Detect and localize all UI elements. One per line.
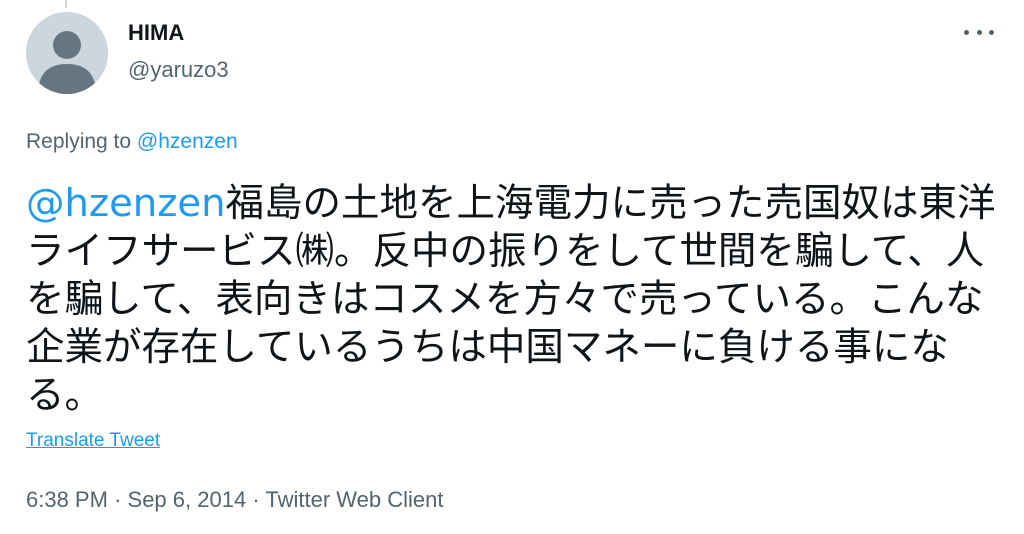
translate-tweet-link[interactable]: Translate Tweet <box>26 428 160 454</box>
tweet-text: @hzenzen福島の土地を上海電力に売った売国奴は東洋ライフサービス㈱。反中の… <box>26 180 996 420</box>
display-name[interactable]: HIMA <box>128 19 184 47</box>
separator: · <box>114 487 122 512</box>
separator: · <box>252 487 260 512</box>
dot <box>964 29 969 35</box>
tweet-date[interactable]: Sep 6, 2014 <box>128 487 247 512</box>
default-avatar-icon <box>26 12 108 94</box>
tweet-time[interactable]: 6:38 PM <box>26 487 108 512</box>
more-options-icon[interactable] <box>964 22 994 42</box>
replying-to-link[interactable]: @hzenzen <box>137 130 238 153</box>
mention-link[interactable]: @hzenzen <box>26 181 226 226</box>
tweet-source: Twitter Web Client <box>265 487 444 512</box>
tweet-metadata: 6:38 PM · Sep 6, 2014 · Twitter Web Clie… <box>26 485 443 515</box>
replying-prefix: Replying to <box>26 130 132 153</box>
replying-to-line: Replying to @hzenzen <box>26 128 238 156</box>
dot <box>989 29 994 35</box>
dot <box>976 29 982 35</box>
thread-connector-line <box>65 0 67 8</box>
user-handle[interactable]: @yaruzo3 <box>128 56 229 84</box>
avatar[interactable] <box>26 12 108 94</box>
